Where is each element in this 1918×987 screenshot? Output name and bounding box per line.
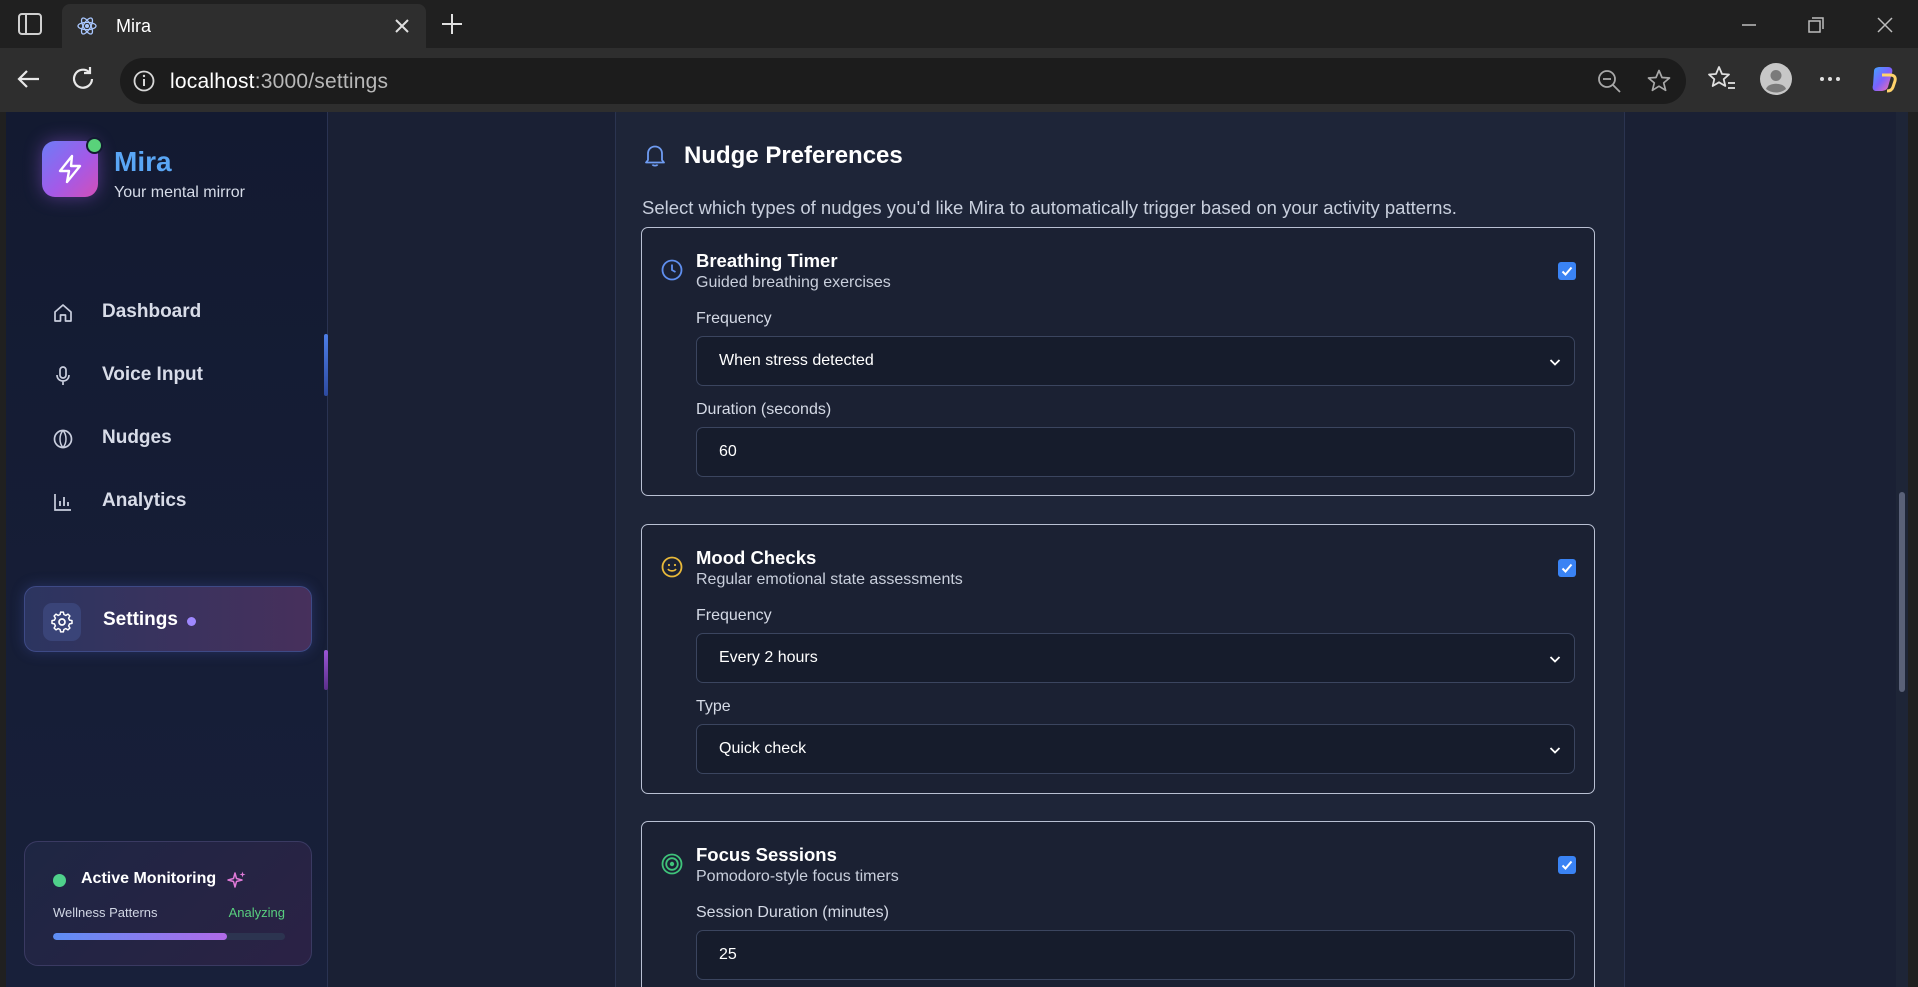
monitoring-status-dot: [53, 874, 66, 887]
mood-type-select[interactable]: Quick check: [696, 724, 1575, 774]
nudge-preferences-panel: Nudge Preferences Select which types of …: [615, 112, 1625, 987]
smiley-icon: [660, 555, 684, 579]
sidebar-item-label: Nudges: [102, 427, 172, 448]
new-tab-icon[interactable]: [438, 10, 466, 38]
input-value: 25: [719, 946, 737, 963]
brand-name: Mira: [114, 146, 172, 177]
minimize-icon[interactable]: [1734, 10, 1764, 40]
app-root: Mira Your mental mirror Dashboard Voice …: [6, 112, 1908, 987]
nudge-card-mood-checks: Mood Checks Regular emotional state asse…: [641, 524, 1595, 794]
close-tab-icon[interactable]: [390, 14, 414, 38]
focus-session-duration-input[interactable]: 25: [696, 930, 1575, 980]
home-icon: [52, 302, 74, 324]
field-label: Session Duration (minutes): [696, 904, 889, 921]
active-monitoring-card: Active Monitoring Wellness Patterns Anal…: [24, 841, 312, 966]
url-path: :3000/settings: [254, 70, 389, 93]
monitoring-progress-fill: [53, 933, 227, 940]
sidebar-item-label: Analytics: [102, 490, 187, 511]
chevron-down-icon: [1548, 743, 1562, 757]
url-host: localhost: [170, 70, 255, 93]
field-label: Frequency: [696, 607, 772, 624]
panel-title: Nudge Preferences: [684, 142, 903, 169]
react-icon: [76, 15, 98, 37]
target-icon: [660, 852, 684, 876]
mood-frequency-select[interactable]: Every 2 hours: [696, 633, 1575, 683]
copilot-icon[interactable]: [1868, 63, 1900, 95]
monitoring-title: Active Monitoring: [81, 870, 217, 887]
brand-tagline: Your mental mirror: [114, 184, 246, 201]
lightning-icon: [58, 154, 82, 184]
browser-tab-bar: Mira: [0, 0, 1918, 48]
sidebar: Mira Your mental mirror Dashboard Voice …: [6, 112, 328, 987]
card-subtitle: Guided breathing exercises: [696, 274, 891, 291]
breathing-duration-input[interactable]: 60: [696, 427, 1575, 477]
card-title: Focus Sessions: [696, 844, 837, 865]
browser-tab-active[interactable]: Mira: [62, 4, 426, 48]
sidebar-item-voice-input[interactable]: Voice Input: [24, 343, 312, 409]
field-label: Frequency: [696, 310, 772, 327]
monitoring-status: Analyzing: [228, 905, 285, 920]
favorites-icon[interactable]: [1706, 63, 1738, 95]
close-window-icon[interactable]: [1870, 10, 1900, 40]
card-subtitle: Pomodoro-style focus timers: [696, 868, 899, 885]
nudge-card-focus-sessions: Focus Sessions Pomodoro-style focus time…: [641, 821, 1595, 987]
active-indicator-dot: [187, 617, 196, 626]
zoom-out-icon[interactable]: [1596, 68, 1622, 94]
restore-icon[interactable]: [1800, 10, 1830, 40]
chevron-down-icon: [1548, 355, 1562, 369]
field-label: Duration (seconds): [696, 401, 832, 418]
monitoring-progress-track: [53, 933, 285, 940]
breathing-frequency-select[interactable]: When stress detected: [696, 336, 1575, 386]
sidebar-item-settings[interactable]: Settings: [24, 586, 312, 652]
select-value: Quick check: [719, 740, 807, 757]
sidebar-item-analytics[interactable]: Analytics: [24, 469, 312, 535]
refresh-icon[interactable]: [68, 64, 98, 94]
bell-icon: [642, 142, 668, 168]
tab-title: Mira: [116, 16, 151, 36]
card-subtitle: Regular emotional state assessments: [696, 571, 963, 588]
sidebar-item-label: Settings: [103, 609, 178, 630]
more-options-icon[interactable]: [1814, 63, 1846, 95]
sparkle-icon: [227, 870, 247, 890]
nudge-card-breathing-timer: Breathing Timer Guided breathing exercis…: [641, 227, 1595, 496]
sidebar-item-label: Dashboard: [102, 301, 202, 322]
sidebar-item-label: Voice Input: [102, 364, 203, 385]
panel-description: Select which types of nudges you'd like …: [642, 197, 1457, 218]
sidebar-item-nudges[interactable]: Nudges: [24, 406, 312, 472]
mira-logo: [42, 137, 103, 197]
browser-toolbar: localhost:3000/settings: [0, 48, 1918, 112]
clock-icon: [660, 258, 684, 282]
chevron-down-icon: [1548, 652, 1562, 666]
field-label: Type: [696, 698, 731, 715]
site-info-icon[interactable]: [132, 69, 156, 93]
bar-chart-icon: [52, 491, 74, 513]
back-icon[interactable]: [14, 64, 44, 94]
microphone-icon: [52, 365, 74, 387]
favorite-star-icon[interactable]: [1646, 68, 1672, 94]
enable-mood-checks-checkbox[interactable]: [1558, 559, 1576, 577]
leaf-icon: [52, 428, 74, 450]
select-value: When stress detected: [719, 352, 874, 369]
scrollbar-thumb[interactable]: [1899, 492, 1905, 692]
sidebar-item-dashboard[interactable]: Dashboard: [24, 280, 312, 346]
address-bar[interactable]: localhost:3000/settings: [120, 58, 1686, 104]
tab-actions-icon[interactable]: [16, 11, 44, 37]
url-text[interactable]: localhost:3000/settings: [170, 70, 388, 94]
gear-icon: [51, 611, 73, 633]
card-title: Breathing Timer: [696, 250, 838, 271]
card-title: Mood Checks: [696, 547, 817, 568]
main-scrollbar[interactable]: [1896, 112, 1908, 987]
enable-focus-sessions-checkbox[interactable]: [1558, 856, 1576, 874]
input-value: 60: [719, 443, 737, 460]
enable-breathing-timer-checkbox[interactable]: [1558, 262, 1576, 280]
main-content: Nudge Preferences Select which types of …: [328, 112, 1908, 987]
monitoring-label: Wellness Patterns: [53, 905, 158, 920]
profile-avatar-icon[interactable]: [1760, 63, 1792, 95]
select-value: Every 2 hours: [719, 649, 818, 666]
online-status-dot: [86, 137, 103, 154]
